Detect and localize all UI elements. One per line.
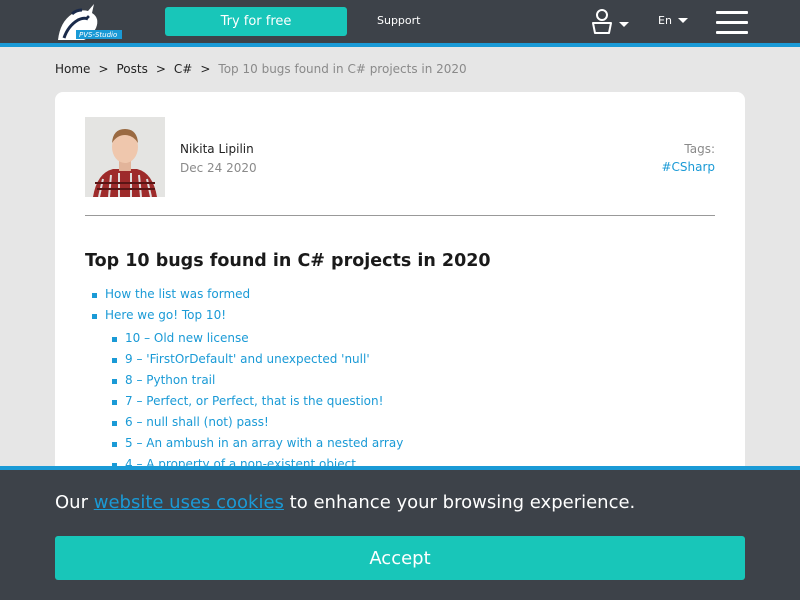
chevron-down-icon — [677, 18, 688, 23]
tags-label: Tags: — [684, 142, 715, 156]
toc-subitem[interactable]: 7 – Perfect, or Perfect, that is the que… — [85, 394, 403, 415]
user-icon — [592, 9, 629, 34]
breadcrumb-separator: > — [155, 62, 166, 76]
breadcrumb-posts[interactable]: Posts — [117, 62, 148, 76]
cookie-text-before: Our — [55, 492, 88, 513]
author-name[interactable]: Nikita Lipilin — [180, 142, 254, 156]
try-for-free-button[interactable]: Try for free — [165, 7, 347, 36]
breadcrumb-home[interactable]: Home — [55, 62, 90, 76]
cookie-accent-line — [0, 466, 800, 470]
unicorn-icon: PVS-Studio — [58, 4, 122, 40]
pvs-studio-logo[interactable]: PVS-Studio — [54, 2, 124, 42]
author-avatar[interactable] — [85, 117, 165, 197]
toc-subitem[interactable]: 10 – Old new license — [85, 331, 403, 352]
language-selector[interactable]: En — [658, 14, 688, 27]
header-accent-line — [0, 43, 800, 47]
post-date: Dec 24 2020 — [180, 161, 257, 175]
cookie-policy-link[interactable]: website uses cookies — [94, 492, 284, 513]
cookie-message: Our website uses cookies to enhance your… — [55, 492, 635, 513]
chevron-down-icon — [619, 22, 629, 27]
breadcrumb-separator: > — [98, 62, 109, 76]
toc-item[interactable]: Here we go! Top 10! — [85, 308, 403, 329]
toc-item[interactable]: How the list was formed — [85, 287, 403, 308]
breadcrumb-separator: > — [200, 62, 211, 76]
toc-subitem[interactable]: 6 – null shall (not) pass! — [85, 415, 403, 436]
menu-icon[interactable] — [716, 11, 748, 35]
toc-subitem[interactable]: 9 – 'FirstOrDefault' and unexpected 'nul… — [85, 352, 403, 373]
post-title: Top 10 bugs found in C# projects in 2020 — [85, 251, 491, 271]
divider — [85, 215, 715, 216]
language-label: En — [658, 14, 672, 27]
toc-subitem[interactable]: 5 – An ambush in an array with a nested … — [85, 436, 403, 457]
author-photo — [85, 117, 165, 197]
cookie-text-after: to enhance your browsing experience. — [289, 492, 636, 513]
accept-cookies-button[interactable]: Accept — [55, 536, 745, 580]
breadcrumb-current: Top 10 bugs found in C# projects in 2020 — [218, 62, 467, 76]
site-header: PVS-Studio Try for free Support En — [0, 0, 800, 44]
post-card: Nikita Lipilin Dec 24 2020 Tags: #CSharp… — [55, 92, 745, 512]
tag-csharp-link[interactable]: #CSharp — [661, 160, 715, 174]
cookie-banner: Our website uses cookies to enhance your… — [0, 466, 800, 600]
support-link[interactable]: Support — [377, 14, 420, 27]
logo-text: PVS-Studio — [79, 31, 117, 39]
breadcrumb-csharp[interactable]: C# — [174, 62, 192, 76]
table-of-contents: How the list was formed Here we go! Top … — [85, 287, 403, 478]
user-account-menu[interactable] — [591, 8, 629, 36]
breadcrumb: Home > Posts > C# > Top 10 bugs found in… — [55, 62, 467, 76]
toc-subitem[interactable]: 8 – Python trail — [85, 373, 403, 394]
